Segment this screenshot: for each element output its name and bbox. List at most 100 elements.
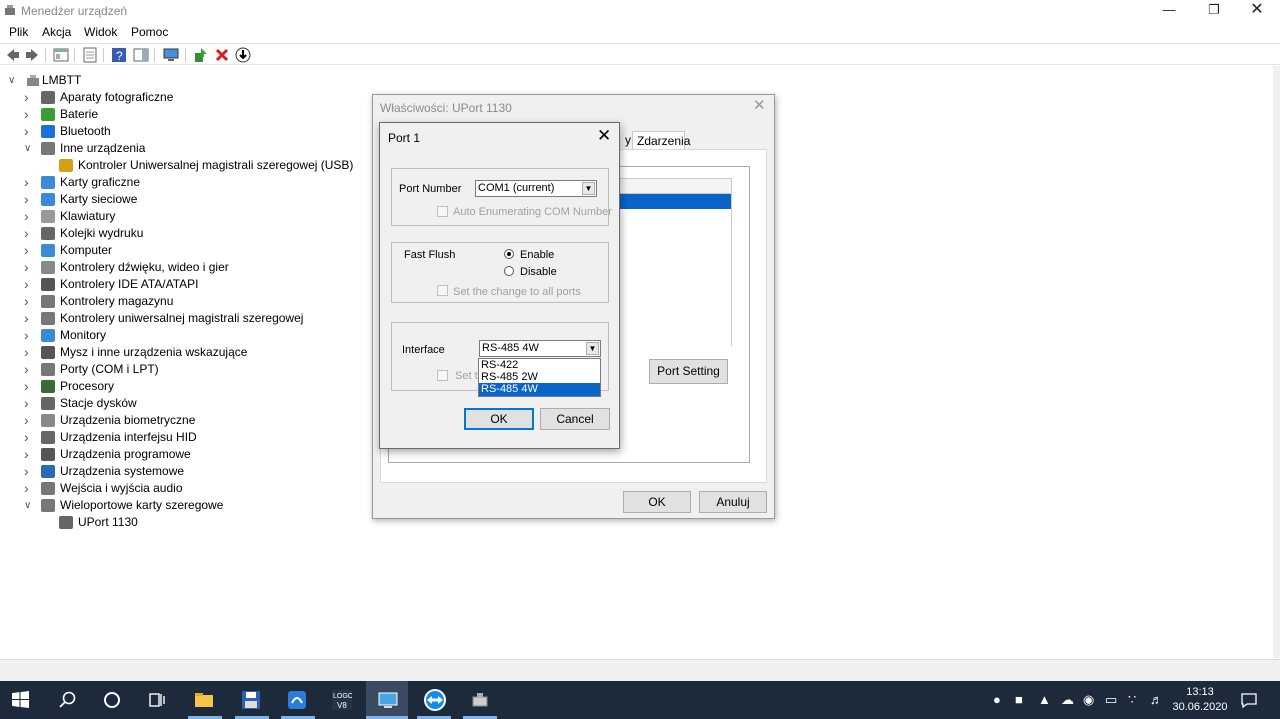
- interface-select[interactable]: RS-485 4W ▼: [479, 340, 601, 357]
- svg-text:V8: V8: [337, 701, 347, 710]
- cancel-button[interactable]: Anuluj: [699, 491, 767, 513]
- battery-tray-icon[interactable]: ▭: [1105, 692, 1117, 708]
- cloud-tray-icon[interactable]: ☁: [1061, 692, 1074, 708]
- device-app-icon[interactable]: [287, 690, 307, 710]
- menu-widok[interactable]: Widok: [84, 25, 117, 39]
- chevron-right-icon[interactable]: ›: [24, 429, 34, 446]
- chevron-right-icon[interactable]: ›: [24, 480, 34, 497]
- chevron-down-icon[interactable]: ∨: [24, 140, 34, 157]
- disable-radio[interactable]: [504, 266, 514, 276]
- close-icon[interactable]: ✕: [753, 98, 767, 113]
- chevron-right-icon[interactable]: ›: [24, 395, 34, 412]
- ok-button[interactable]: OK: [623, 491, 691, 513]
- chevron-right-icon[interactable]: ›: [24, 259, 34, 276]
- logo-v8-icon[interactable]: LOGOV8: [332, 690, 352, 710]
- list-selected-row[interactable]: [619, 194, 732, 209]
- chevron-right-icon[interactable]: ›: [24, 293, 34, 310]
- action-pane-icon[interactable]: [133, 47, 149, 63]
- wifi-tray-icon[interactable]: ∵: [1128, 692, 1136, 708]
- bluetooth-tray-icon[interactable]: ●: [993, 692, 1001, 707]
- teamviewer-icon[interactable]: [423, 688, 447, 712]
- skype-tray-icon[interactable]: ◉: [1083, 692, 1094, 708]
- chevron-right-icon[interactable]: ›: [24, 276, 34, 293]
- properties-icon[interactable]: [82, 47, 98, 63]
- menu-bar: Plik Akcja Widok Pomoc: [0, 22, 1280, 42]
- close-button[interactable]: ✕: [1234, 0, 1280, 22]
- properties-title: Właściwości: UPort 1130: [380, 101, 512, 115]
- tree-item-label: Wejścia i wyjścia audio: [60, 481, 183, 495]
- title-bar[interactable]: Menedżer urządzeń — ❐ ✕: [0, 0, 1280, 22]
- device-manager-taskbar-icon[interactable]: [378, 690, 398, 710]
- enable-radio[interactable]: [504, 249, 514, 259]
- auto-enum-checkbox[interactable]: [437, 206, 448, 217]
- save-app-icon[interactable]: [241, 690, 261, 710]
- taskbar: LOGO V8 ● ■ ▲ ☁ ◉ ▭ ∵ ♬ 13:13 30.06.2020: [0, 681, 1280, 719]
- svg-text:LOGO: LOGO: [333, 693, 352, 700]
- list-header: [619, 178, 732, 194]
- interface-all-ports-label: Set t: [455, 370, 478, 382]
- chevron-right-icon[interactable]: ›: [24, 174, 34, 191]
- disable-device-icon[interactable]: [235, 47, 251, 63]
- chevron-down-icon[interactable]: ∨: [24, 497, 34, 514]
- task-view-icon[interactable]: [147, 690, 167, 710]
- chevron-right-icon[interactable]: ›: [24, 361, 34, 378]
- chevron-right-icon[interactable]: ›: [24, 242, 34, 259]
- menu-plik[interactable]: Plik: [9, 25, 28, 39]
- windows-start-icon[interactable]: [12, 691, 29, 708]
- chevron-right-icon[interactable]: ›: [24, 191, 34, 208]
- scan-hardware-icon[interactable]: [163, 47, 179, 63]
- tab-zdarzenia[interactable]: Zdarzenia: [632, 131, 690, 149]
- back-icon[interactable]: [5, 47, 21, 63]
- chevron-right-icon[interactable]: ›: [24, 344, 34, 361]
- help-icon[interactable]: ?: [111, 47, 127, 63]
- menu-akcja[interactable]: Akcja: [42, 25, 71, 39]
- update-driver-icon[interactable]: [193, 47, 209, 63]
- tree-item-label: Kontrolery dźwięku, wideo i gier: [60, 260, 229, 274]
- interface-all-ports-checkbox[interactable]: [437, 370, 448, 381]
- chevron-right-icon[interactable]: ›: [24, 446, 34, 463]
- vertical-scrollbar[interactable]: [1273, 66, 1280, 658]
- chevron-right-icon[interactable]: ›: [24, 412, 34, 429]
- disk-icon: [41, 397, 55, 410]
- chevron-right-icon[interactable]: ›: [24, 208, 34, 225]
- fast-flush-label: Fast Flush: [404, 249, 456, 261]
- set-all-ports-checkbox[interactable]: [437, 285, 448, 296]
- chevron-right-icon[interactable]: ›: [24, 106, 34, 123]
- port-number-select[interactable]: COM1 (current) ▼: [475, 180, 597, 197]
- chevron-right-icon[interactable]: ›: [24, 463, 34, 480]
- close-icon[interactable]: ✕: [597, 127, 611, 144]
- ide-icon: [41, 278, 55, 291]
- port-setting-button[interactable]: Port Setting: [649, 359, 728, 384]
- chevron-right-icon[interactable]: ›: [24, 378, 34, 395]
- search-icon[interactable]: [58, 690, 78, 710]
- menu-pomoc[interactable]: Pomoc: [131, 25, 168, 39]
- show-hide-console-icon[interactable]: [53, 47, 69, 63]
- chevron-right-icon[interactable]: ›: [24, 225, 34, 242]
- chevron-down-icon[interactable]: ∨: [8, 72, 18, 89]
- option-rs485-4w[interactable]: RS-485 4W: [479, 383, 600, 396]
- chevron-down-icon[interactable]: ▼: [582, 182, 595, 195]
- tree-item-label: Kolejki wydruku: [60, 226, 144, 240]
- port-cancel-button[interactable]: Cancel: [540, 408, 610, 430]
- chevron-right-icon[interactable]: ›: [24, 89, 34, 106]
- network-share-tray-icon[interactable]: ▲: [1038, 692, 1051, 707]
- chevron-right-icon[interactable]: ›: [24, 327, 34, 344]
- minimize-button[interactable]: —: [1146, 0, 1192, 22]
- forward-icon[interactable]: [24, 47, 40, 63]
- device-manager-icon: [5, 5, 15, 15]
- restore-button[interactable]: ❐: [1191, 0, 1237, 22]
- cortana-icon[interactable]: [102, 690, 122, 710]
- network-tool-icon[interactable]: [470, 690, 490, 710]
- chevron-right-icon[interactable]: ›: [24, 123, 34, 140]
- clock[interactable]: 13:13 30.06.2020: [1160, 685, 1240, 715]
- file-explorer-icon[interactable]: [194, 690, 214, 710]
- tree-item-label: Baterie: [60, 107, 99, 121]
- uninstall-icon[interactable]: [214, 47, 230, 63]
- port-ok-button[interactable]: OK: [464, 408, 534, 430]
- notifications-icon[interactable]: [1240, 691, 1258, 709]
- chevron-right-icon[interactable]: ›: [24, 310, 34, 327]
- chevron-down-icon[interactable]: ▼: [586, 342, 599, 355]
- tree-item-label: Procesory: [60, 379, 115, 393]
- tab-partial[interactable]: y: [621, 131, 631, 149]
- security-tray-icon[interactable]: ■: [1015, 692, 1023, 707]
